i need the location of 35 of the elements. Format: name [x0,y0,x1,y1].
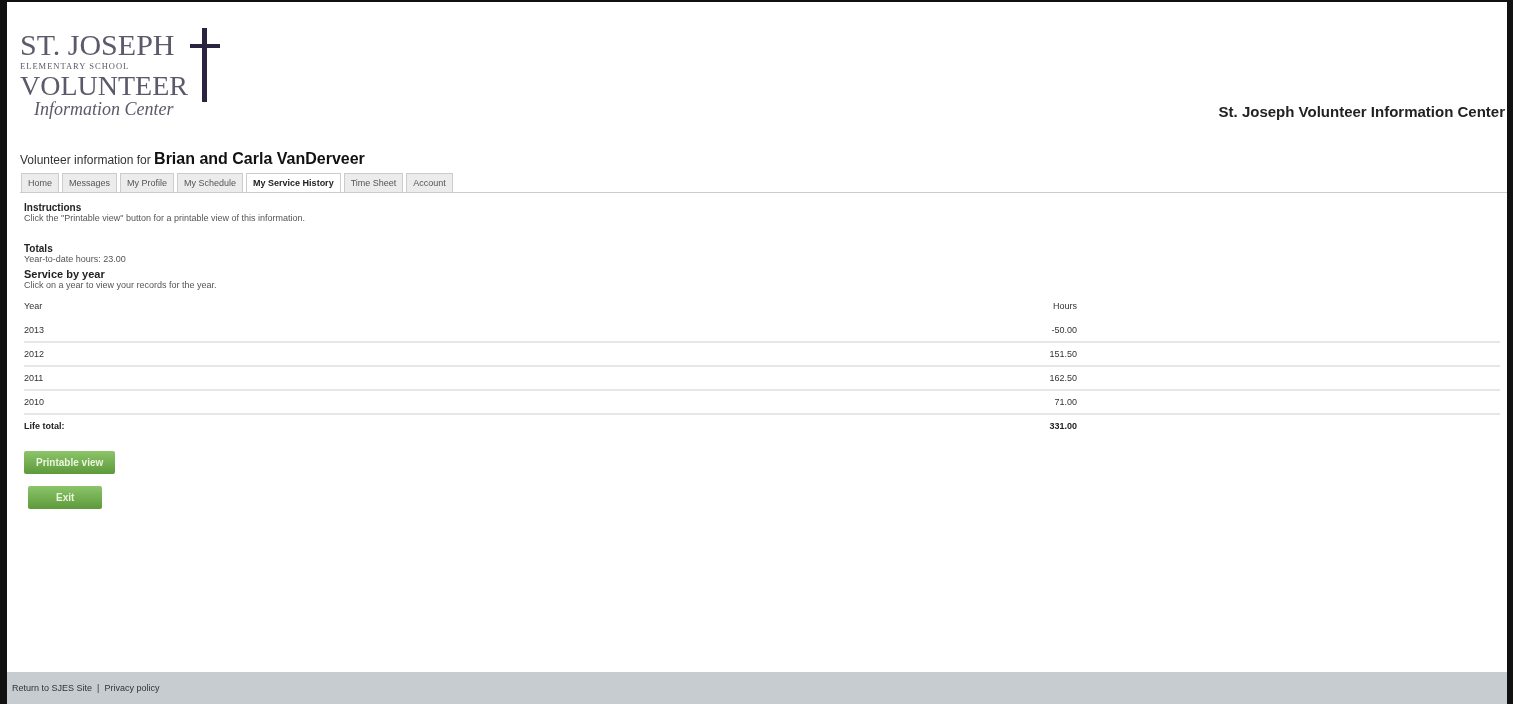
table-cell-text: 331.00 [1048,421,1077,431]
footer-link[interactable]: Return to SJES Site [12,683,93,693]
table-cell-text: -50.00 [1050,325,1077,335]
tab[interactable]: Time Sheet [343,173,404,192]
section-title: Totals [24,243,54,254]
table-cell-text: 151.50 [1048,349,1077,359]
logo-title: ST. JOSEPH [20,30,176,60]
section-title: Instructions [24,202,83,213]
cross-icon [190,28,220,102]
tab[interactable]: Account [406,173,453,192]
tab[interactable]: Messages [62,173,118,192]
table-cell-text: 71.00 [1053,397,1077,407]
table-cell-text: Life total: [24,421,66,431]
tab[interactable]: My Profile [120,173,175,192]
table-cell-text: 162.50 [1048,373,1077,383]
logo-subtitle: ELEMENTARY SCHOOL [20,60,131,72]
section-text: Click on a year to view your records for the year. [24,280,218,290]
tab[interactable]: Home [21,173,59,192]
separator: | [97,683,100,693]
year-link[interactable]: 2010 [24,397,924,407]
section-text: Click the "Printable view" button for a printable view of this information. [24,213,307,223]
footer-link[interactable]: Privacy policy [104,683,160,693]
section-title: Service by year [24,268,105,280]
year-link[interactable]: 2011 [24,373,924,383]
page-heading: Volunteer information for Brian and Carla VanDerveer [20,150,366,168]
year-link[interactable]: 2013 [24,325,924,335]
year-link[interactable]: 2012 [24,349,924,359]
logo-title: VOLUNTEER [20,72,188,100]
tab[interactable]: My Service History [246,173,341,192]
column-header: Year [24,301,44,311]
tab[interactable]: My Schedule [177,173,244,192]
logo-script-text: Information Center [33,100,175,118]
site-title: St. Joseph Volunteer Information Center [1218,103,1506,120]
section-text: Year-to-date hours: 23.00 [24,254,127,264]
column-header: Hours [1052,301,1077,311]
